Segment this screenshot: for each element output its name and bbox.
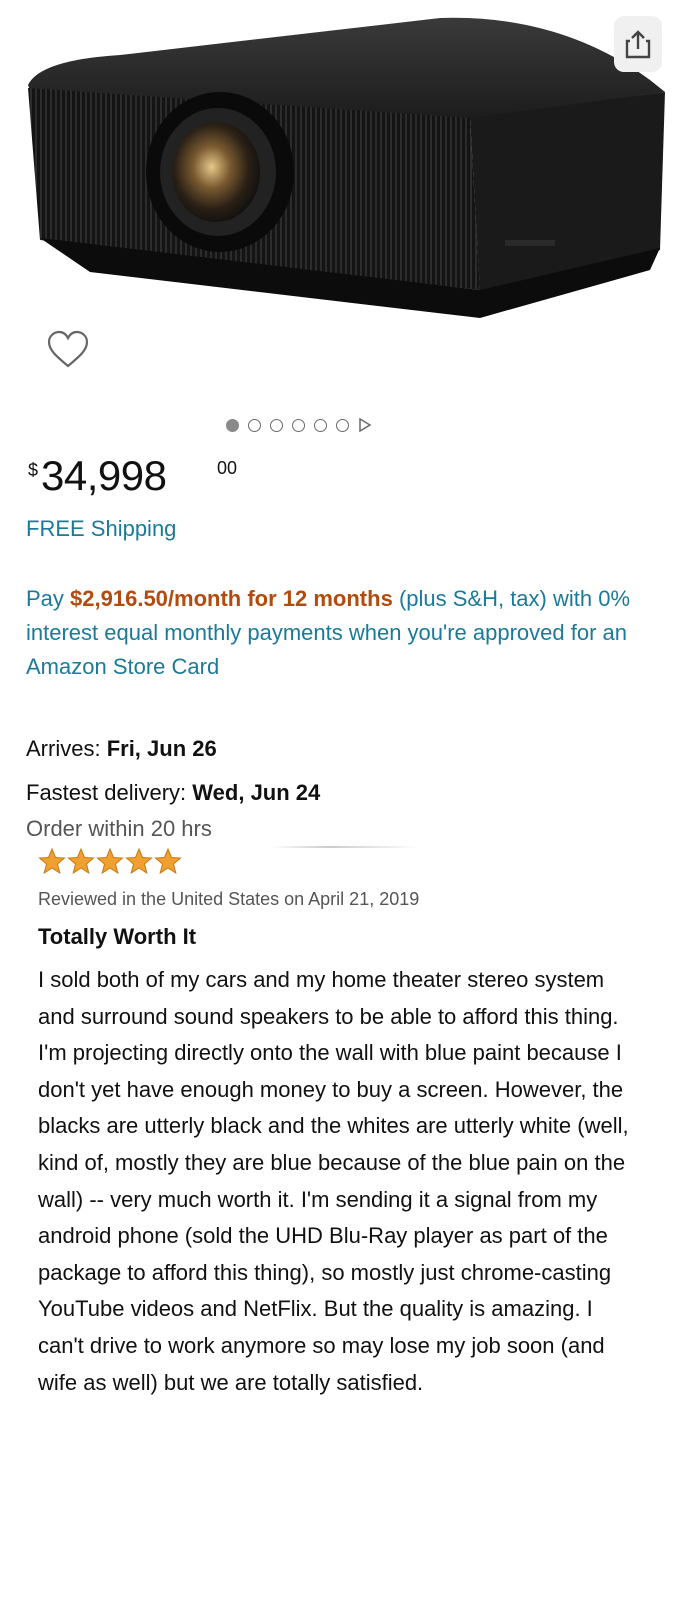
share-icon [625,30,651,59]
star-icon [38,848,66,874]
fastest-date: Wed, Jun 24 [192,780,321,805]
image-carousel-indicator[interactable] [226,418,372,432]
review-title: Totally Worth It [38,924,197,949]
arrival-info: Arrives: Fri, Jun 26 [26,736,217,762]
carousel-dot[interactable] [314,418,327,432]
carousel-dot-active[interactable] [226,418,239,432]
play-triangle-icon[interactable] [358,418,372,432]
free-shipping-link[interactable]: FREE Shipping [26,516,176,542]
arrives-date: Fri, Jun 26 [106,736,217,761]
divider [270,846,420,848]
product-image-area[interactable] [0,0,700,410]
price-currency: $ [28,460,39,480]
carousel-dot[interactable] [292,418,305,432]
review-meta: Reviewed in the United States on April 2… [38,889,420,909]
star-icon [125,848,153,874]
heart-icon [47,330,89,368]
carousel-dot[interactable] [270,418,283,432]
carousel-dot[interactable] [336,418,349,432]
wishlist-button[interactable] [46,330,90,370]
price-fraction: 00 [217,458,238,478]
fastest-label: Fastest delivery: [26,780,187,805]
financing-prefix: Pay [26,586,64,611]
review-body: I sold both of my cars and my home theat… [38,967,629,1395]
star-icon [67,848,95,874]
star-icon [96,848,124,874]
financing-offer-link[interactable]: Pay $2,916.50/month for 12 months (plus … [26,582,666,684]
fastest-delivery-info: Fastest delivery: Wed, Jun 24 [26,780,320,806]
price-whole: 34,998 [41,452,167,499]
arrives-label: Arrives: [26,736,101,761]
product-image[interactable] [0,0,700,410]
order-within: Order within 20 hrs [26,816,212,841]
share-button[interactable] [614,16,662,72]
star-rating [38,848,182,874]
financing-highlight: $2,916.50/month for 12 months [70,586,393,611]
carousel-dot[interactable] [248,418,261,432]
star-icon [154,848,182,874]
